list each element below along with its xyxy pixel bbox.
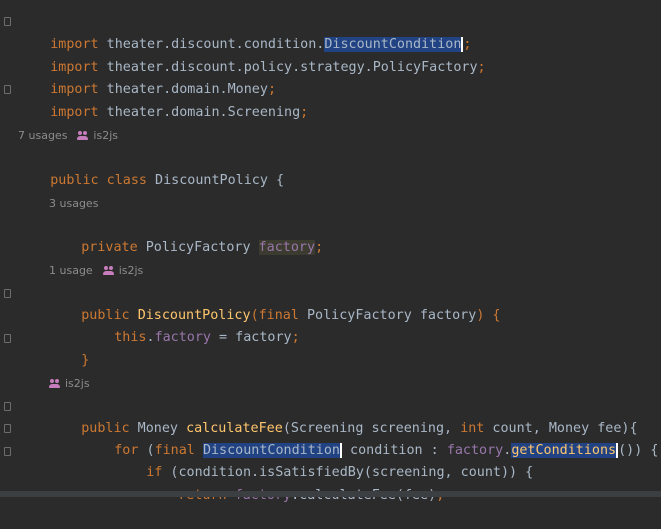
code-line-import-screening[interactable]: import theater.domain.Screening; [18, 80, 308, 120]
code-line-constructor-body[interactable]: this.factory = factory; [82, 305, 299, 345]
keyword: this [114, 330, 147, 345]
paren: ) { [476, 308, 501, 323]
code-line-import-money[interactable]: import theater.domain.Money; [18, 57, 276, 97]
inlay-hint-constructor[interactable]: 1 usage is2js [49, 263, 143, 279]
author-name[interactable]: is2js [93, 128, 118, 144]
usages-count[interactable]: 7 usages [18, 128, 67, 144]
keyword: import [50, 105, 99, 120]
code-editor[interactable]: import theater.discount.condition.Discou… [18, 0, 661, 503]
code-line-class-declaration[interactable]: public class DiscountPolicy { [18, 148, 284, 188]
fold-marker-icon[interactable] [4, 334, 11, 343]
keyword: public [50, 173, 99, 188]
fold-marker-icon[interactable] [4, 289, 11, 298]
usages-count[interactable]: 3 usages [49, 196, 98, 212]
editor-gutter[interactable] [0, 0, 14, 497]
assignment: = factory [211, 330, 292, 345]
keyword: private [81, 240, 138, 255]
code-line-if[interactable]: if (condition.isSatisfiedBy(screening, c… [114, 440, 533, 480]
inlay-hint-class[interactable]: 7 usages is2js [18, 128, 118, 144]
inlay-hint-field[interactable]: 3 usages [49, 196, 98, 212]
user-icon [49, 379, 61, 389]
code-line-field[interactable]: private PolicyFactory factory; [49, 215, 323, 255]
author-name[interactable]: is2js [119, 263, 144, 279]
fold-marker-icon[interactable] [4, 402, 11, 411]
inlay-hint-method[interactable]: is2js [49, 376, 90, 392]
closing-brace: } [81, 353, 90, 368]
code-line-import-policy-factory[interactable]: import theater.discount.policy.strategy.… [18, 35, 485, 75]
semicolon: ; [477, 60, 486, 75]
field-name: factory [258, 240, 316, 255]
field-name: factory [154, 330, 211, 345]
code-line-for[interactable]: for (final DiscountCondition condition :… [82, 418, 658, 458]
horizontal-scrollbar[interactable] [0, 491, 661, 497]
user-icon [77, 131, 89, 141]
code-line-method[interactable]: public Money calculateFee(Screening scre… [49, 396, 637, 436]
paren: ()) { [618, 443, 659, 458]
fold-marker-icon[interactable] [4, 85, 11, 94]
code-line-return[interactable]: return factory.calculateFee(fee); [146, 463, 444, 503]
class-name: DiscountPolicy { [147, 173, 285, 188]
code-line-constructor[interactable]: public DiscountPolicy(final PolicyFactor… [49, 283, 500, 323]
semicolon: ; [300, 105, 309, 120]
fold-marker-icon[interactable] [4, 424, 11, 433]
code-line-constructor-close[interactable]: } [49, 328, 89, 368]
semicolon: ; [315, 240, 324, 255]
parameters: PolicyFactory factory [298, 308, 477, 323]
type-name: PolicyFactory [137, 240, 259, 255]
keyword: class [98, 173, 147, 188]
fold-marker-icon[interactable] [4, 447, 11, 456]
semicolon: ; [291, 330, 300, 345]
author-name[interactable]: is2js [65, 376, 90, 392]
import-path: theater.domain.Screening [98, 105, 301, 120]
user-icon [102, 266, 115, 276]
fold-marker-icon[interactable] [4, 17, 11, 26]
code-line-import-discount-condition[interactable]: import theater.discount.condition.Discou… [18, 12, 471, 52]
usages-count[interactable]: 1 usage [49, 263, 93, 279]
dot: . [146, 330, 155, 345]
